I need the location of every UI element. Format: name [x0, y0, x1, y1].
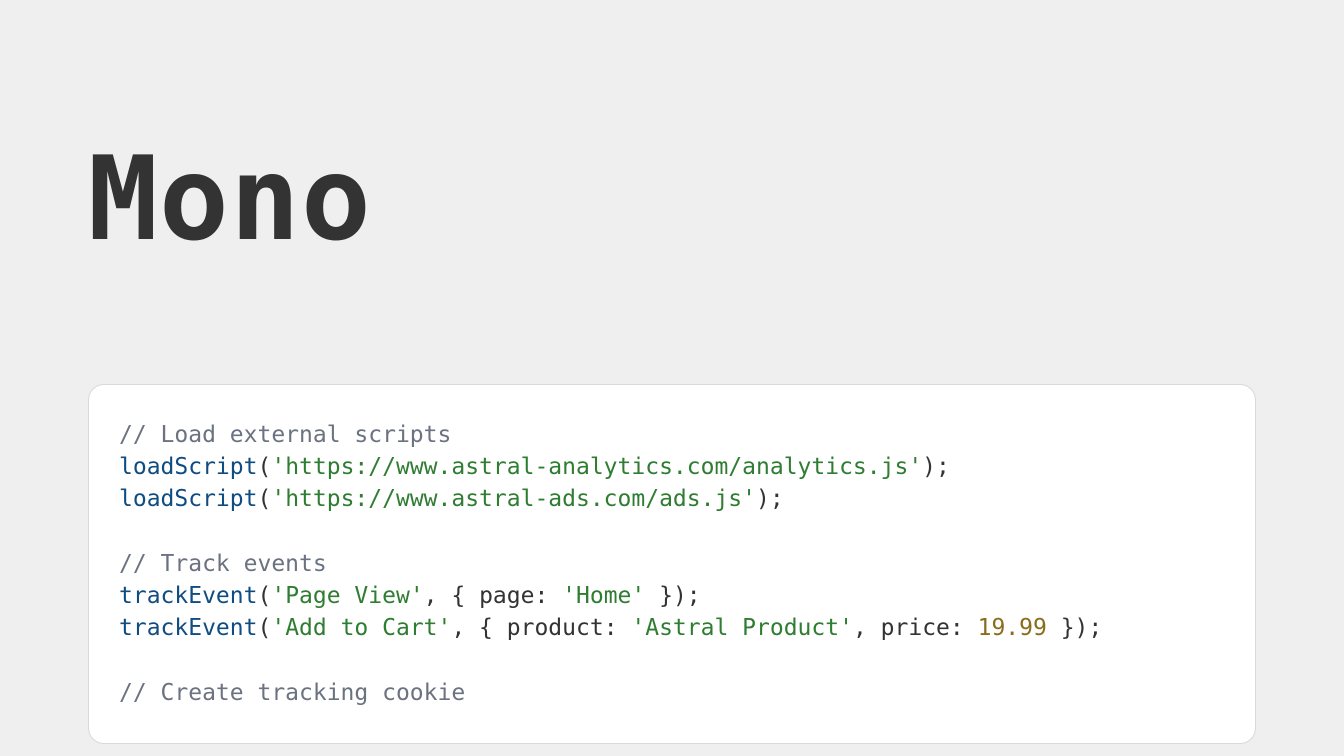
code-content: // Load external scripts loadScript('htt… — [119, 419, 1225, 709]
code-token: ); — [756, 486, 784, 512]
code-token: : — [534, 583, 562, 609]
code-token: ( — [257, 454, 271, 480]
code-token: trackEvent — [119, 583, 257, 609]
code-token: price — [881, 615, 950, 641]
code-token: 'Add to Cart' — [271, 615, 451, 641]
code-token: // Load external scripts — [119, 422, 451, 448]
code-token: ); — [922, 454, 950, 480]
code-token: , { — [424, 583, 479, 609]
code-token: 'https://www.astral-ads.com/ads.js' — [271, 486, 756, 512]
code-token: loadScript — [119, 486, 257, 512]
code-token: page — [479, 583, 534, 609]
code-token: 'Home' — [562, 583, 645, 609]
code-token: trackEvent — [119, 615, 257, 641]
code-token: }); — [1047, 615, 1102, 641]
code-token: // Track events — [119, 551, 327, 577]
code-token: 'Page View' — [271, 583, 423, 609]
code-token: }); — [645, 583, 700, 609]
code-token: loadScript — [119, 454, 257, 480]
code-token: , — [853, 615, 881, 641]
code-token: // Create tracking cookie — [119, 680, 465, 706]
code-block: // Load external scripts loadScript('htt… — [88, 384, 1256, 744]
page-title: Mono — [0, 0, 1344, 258]
code-token: 'https://www.astral-analytics.com/analyt… — [271, 454, 922, 480]
code-token: ( — [257, 615, 271, 641]
code-token: ( — [257, 583, 271, 609]
code-token: : — [604, 615, 632, 641]
code-token: ( — [257, 486, 271, 512]
code-token: , { — [451, 615, 506, 641]
code-token: 'Astral Product' — [631, 615, 853, 641]
code-token: product — [507, 615, 604, 641]
code-token: : — [950, 615, 978, 641]
code-token: 19.99 — [978, 615, 1047, 641]
